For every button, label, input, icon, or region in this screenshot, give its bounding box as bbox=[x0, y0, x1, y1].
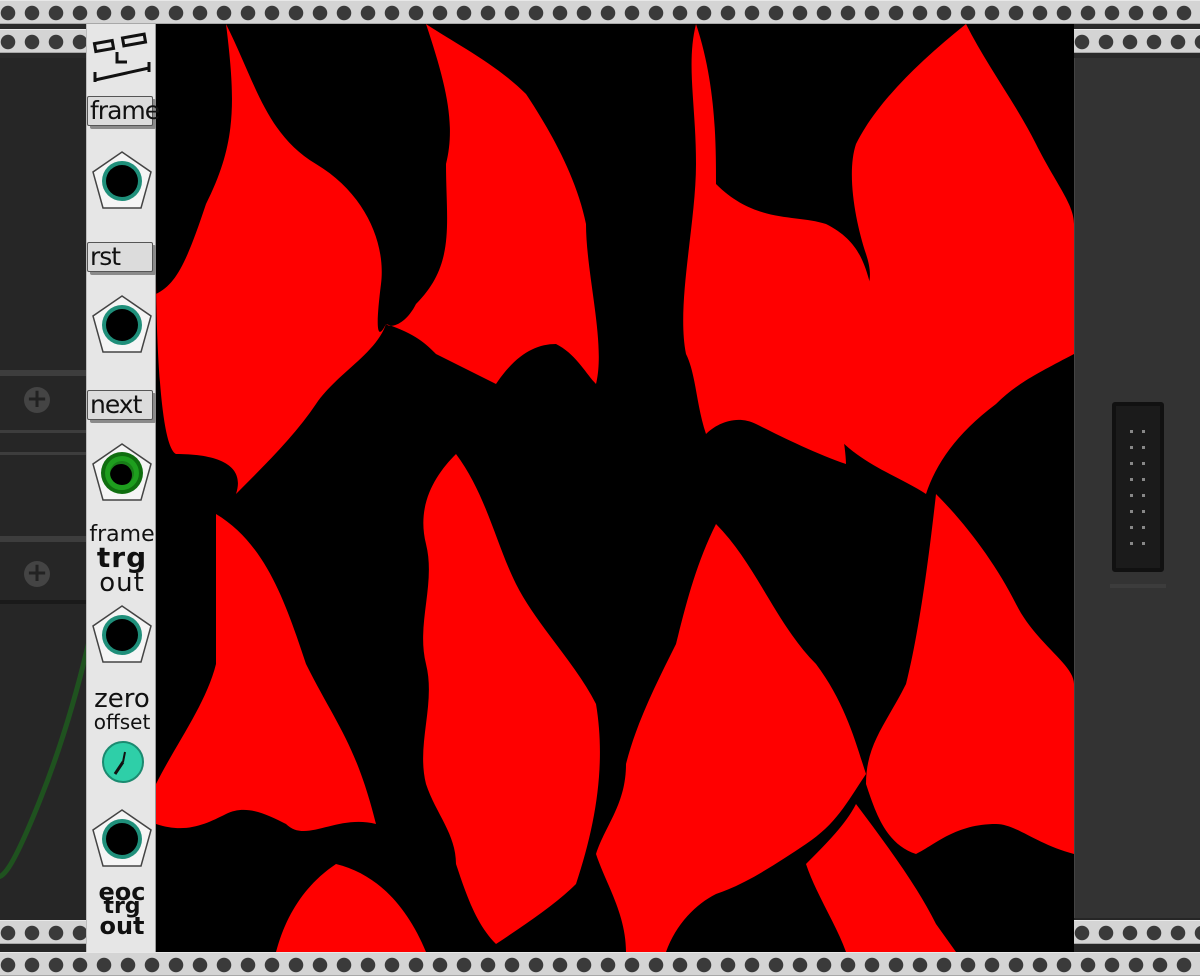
cable-plug[interactable] bbox=[98, 452, 144, 498]
frame-button[interactable]: frame bbox=[87, 96, 160, 126]
op-art-pattern bbox=[156, 24, 1074, 952]
top-rail-right bbox=[1074, 29, 1200, 53]
zero-offset-label-line2: offset bbox=[93, 710, 151, 734]
zero-offset-label-line1: zero bbox=[94, 684, 150, 714]
connector-shadow bbox=[1110, 584, 1166, 588]
bottom-rail-right bbox=[1074, 920, 1200, 944]
op-art-logo-icon bbox=[92, 32, 151, 82]
eoc-trg-out-label-line3: out bbox=[99, 912, 145, 940]
next-button[interactable]: next bbox=[87, 390, 153, 420]
rst-button[interactable]: rst bbox=[87, 242, 153, 272]
zero-offset-knob[interactable] bbox=[101, 740, 145, 788]
pattern-display bbox=[156, 24, 1074, 952]
connector-pins bbox=[1130, 430, 1145, 545]
rst-input-port[interactable] bbox=[89, 292, 155, 358]
connector-icon bbox=[1112, 402, 1164, 572]
frame-input-port[interactable] bbox=[89, 148, 155, 214]
frame-trg-out-label-line3: out bbox=[99, 568, 145, 598]
frame-trg-out-port[interactable] bbox=[89, 602, 155, 668]
eoc-trg-out-port[interactable] bbox=[89, 806, 155, 872]
